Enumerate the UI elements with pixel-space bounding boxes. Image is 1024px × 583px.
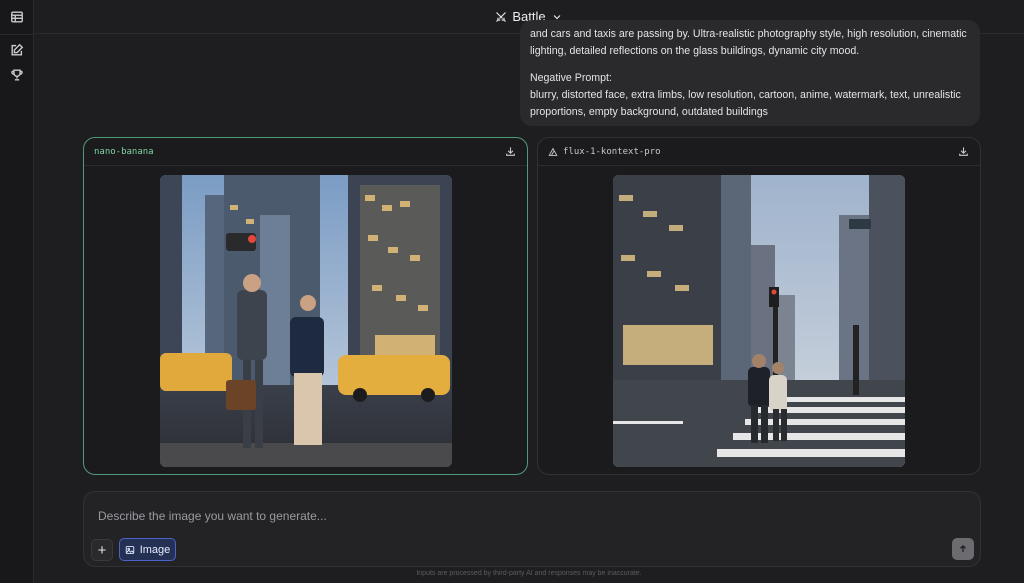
negative-prompt-line: blurry, distorted face, extra limbs, low…: [530, 89, 961, 101]
card-header: nano-banana: [84, 138, 527, 166]
plus-icon: +: [97, 541, 107, 559]
add-button[interactable]: +: [91, 539, 113, 561]
model-name: nano-banana: [94, 146, 154, 157]
triangle-icon: [548, 147, 558, 156]
download-button[interactable]: [503, 145, 517, 159]
generated-image[interactable]: [613, 175, 905, 467]
swords-icon: [496, 11, 507, 22]
negative-prompt-line: proportions, empty background, outdated …: [530, 106, 768, 118]
generated-image[interactable]: [160, 175, 452, 467]
result-card-left[interactable]: nano-banana: [83, 137, 528, 475]
prompt-input[interactable]: [98, 506, 918, 526]
city-crosswalk-image: [613, 175, 905, 467]
edit-icon[interactable]: [9, 42, 25, 58]
prompt-line: lighting, detailed reflections on the gl…: [530, 45, 860, 57]
download-icon: [505, 147, 515, 156]
table-icon[interactable]: [9, 9, 25, 25]
prompt-line: and cars and taxis are passing by. Ultra…: [530, 28, 967, 40]
sidebar-divider: [0, 34, 34, 35]
arrow-up-icon: [960, 544, 966, 553]
negative-prompt-title: Negative Prompt:: [530, 72, 612, 84]
prompt-bubble: and cars and taxis are passing by. Ultra…: [520, 20, 980, 126]
download-button[interactable]: [956, 145, 970, 159]
model-label: flux-1-kontext-pro: [548, 147, 661, 157]
result-card-right[interactable]: flux-1-kontext-pro: [537, 137, 981, 475]
send-button[interactable]: [952, 538, 974, 560]
prompt-composer: + Image: [83, 491, 981, 567]
trophy-icon[interactable]: [9, 67, 25, 83]
image-icon: [125, 545, 134, 554]
download-icon: [958, 147, 968, 156]
city-street-image: [160, 175, 452, 467]
image-button[interactable]: Image: [119, 538, 176, 561]
model-name: flux-1-kontext-pro: [563, 146, 661, 157]
sidebar: [0, 0, 34, 583]
image-button-label: Image: [139, 543, 171, 556]
disclaimer: Inputs are processed by third-party AI a…: [416, 570, 642, 577]
card-header: flux-1-kontext-pro: [538, 138, 980, 166]
